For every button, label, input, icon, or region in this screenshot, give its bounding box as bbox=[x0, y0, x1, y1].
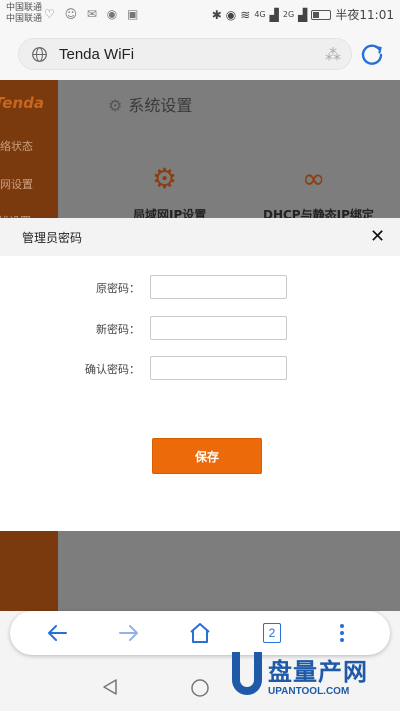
status-bar: 中国联通 中国联通 ♡ ☺ ✉ ◉ ▣ ✱ ◉ ≋ 4G ▟ 2G ▟ 半夜11… bbox=[0, 0, 400, 28]
tabs-button[interactable]: 2 bbox=[259, 620, 285, 646]
clock: 半夜11:01 bbox=[335, 8, 394, 22]
home-icon bbox=[190, 623, 210, 643]
signal-icon-1: ▟ bbox=[269, 7, 279, 22]
nav-back-icon[interactable] bbox=[101, 678, 119, 696]
section-title-text: 系统设置 bbox=[128, 96, 193, 115]
nav-home-icon[interactable] bbox=[190, 678, 210, 698]
paw-icon[interactable]: ⁂ bbox=[325, 45, 341, 64]
admin-password-dialog: 管理员密码 ✕ 原密码： 新密码： 确认密码： 保存 bbox=[0, 218, 400, 531]
wifi-icon: ≋ bbox=[240, 7, 251, 22]
save-button[interactable]: 保存 bbox=[152, 438, 262, 474]
watermark-url: UPANTOOL.COM bbox=[268, 686, 350, 697]
new-password-field[interactable] bbox=[150, 316, 287, 340]
battery-fill bbox=[313, 11, 320, 18]
notification-icons: ♡ ☺ ✉ ◉ ▣ bbox=[44, 7, 142, 21]
confirm-password-label: 确认密码： bbox=[85, 363, 140, 376]
more-vertical-icon bbox=[340, 624, 344, 642]
tab-count: 2 bbox=[263, 623, 281, 643]
close-icon[interactable]: ✕ bbox=[370, 226, 385, 247]
back-button[interactable] bbox=[44, 620, 70, 646]
gear-lan-icon[interactable]: ⚙ bbox=[152, 162, 177, 195]
forward-button[interactable] bbox=[116, 620, 142, 646]
arrow-right-icon bbox=[119, 625, 138, 641]
signal-4g-label: 4G bbox=[254, 10, 266, 19]
carrier-label-2: 中国联通 bbox=[6, 14, 43, 24]
tenda-logo: Tenda bbox=[0, 94, 45, 112]
new-password-label: 新密码： bbox=[96, 323, 140, 336]
carrier-label-1: 中国联通 bbox=[6, 3, 43, 13]
sidebar-item-status[interactable]: 络状态 bbox=[0, 138, 33, 154]
confirm-password-field[interactable] bbox=[150, 356, 287, 380]
browser-toolbar: 2 bbox=[10, 611, 390, 655]
dialog-title: 管理员密码 bbox=[22, 231, 83, 245]
link-icon[interactable]: ∞ bbox=[302, 162, 325, 195]
globe-icon bbox=[32, 47, 47, 62]
sidebar-item-network[interactable]: 网设置 bbox=[0, 176, 33, 192]
refresh-icon[interactable] bbox=[359, 41, 385, 67]
browser-address-bar: Tenda WiFi ⁂ bbox=[0, 28, 400, 80]
url-text: Tenda WiFi bbox=[59, 46, 135, 63]
bluetooth-icon: ✱ bbox=[211, 7, 222, 22]
battery-icon bbox=[311, 9, 332, 20]
home-button[interactable] bbox=[187, 620, 213, 646]
watermark: 盘量产网 UPANTOOL.COM bbox=[228, 650, 396, 710]
eye-icon: ◉ bbox=[225, 7, 237, 22]
signal-icon-2: ▟ bbox=[298, 7, 308, 22]
old-password-field[interactable] bbox=[150, 275, 287, 299]
signal-2g-label: 2G bbox=[282, 10, 295, 19]
menu-button[interactable] bbox=[329, 620, 355, 646]
gear-icon: ⚙ bbox=[108, 96, 123, 115]
watermark-u-logo bbox=[232, 652, 262, 695]
status-icons: ✱ ◉ ≋ 4G ▟ 2G ▟ 半夜11:01 bbox=[212, 6, 394, 23]
section-title: ⚙ 系统设置 bbox=[108, 92, 192, 116]
url-field[interactable]: Tenda WiFi ⁂ bbox=[18, 38, 352, 70]
arrow-left-icon bbox=[48, 625, 67, 641]
old-password-label: 原密码： bbox=[96, 282, 140, 295]
watermark-text: 盘量产网 bbox=[268, 658, 368, 686]
dialog-header: 管理员密码 ✕ bbox=[0, 218, 400, 256]
